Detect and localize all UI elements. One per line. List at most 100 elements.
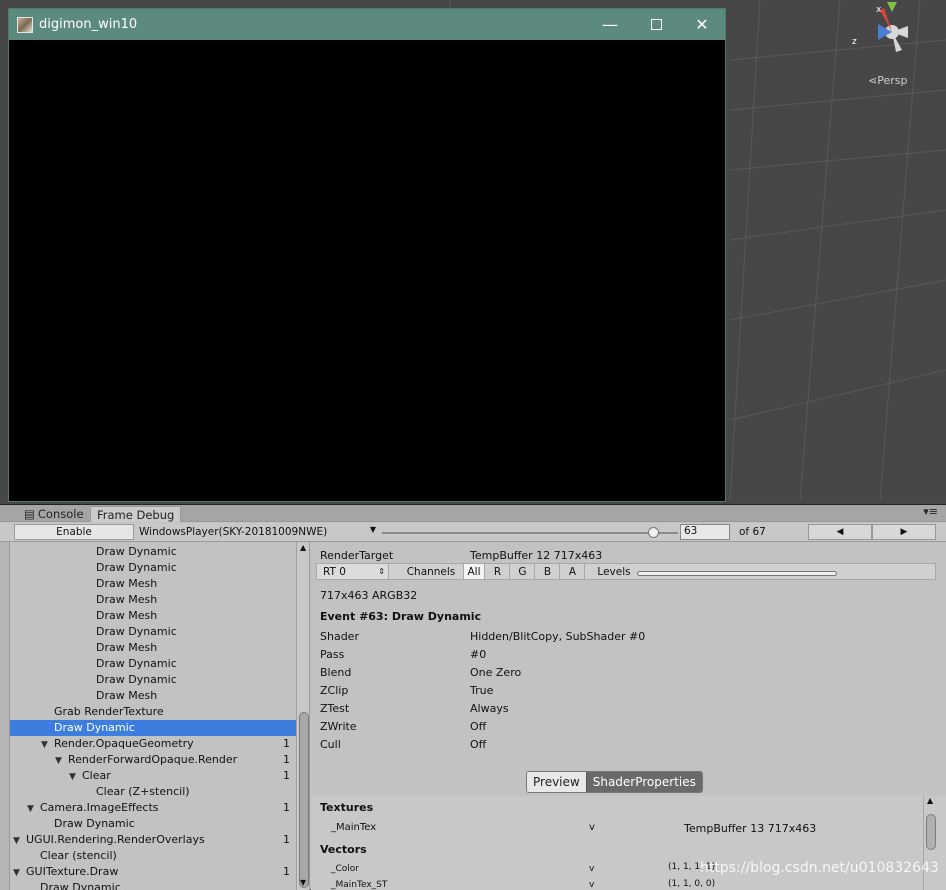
tree-row-label: Camera.ImageEffects xyxy=(40,801,159,814)
rt-select-value: RT 0 xyxy=(323,565,346,578)
panel-menu-icon[interactable]: ▾≡ xyxy=(923,505,938,518)
expand-triangle-icon[interactable]: ▼ xyxy=(27,801,40,817)
channel-b-label: B xyxy=(543,565,552,578)
tree-row[interactable]: ▼ Clear 1 xyxy=(10,768,296,784)
tree-row[interactable]: Draw Mesh xyxy=(10,688,296,704)
minimize-icon: — xyxy=(602,15,618,34)
tree-row[interactable]: Grab RenderTexture xyxy=(10,704,296,720)
game-window[interactable]: digimon_win10 — ✕ xyxy=(8,8,726,502)
app-icon xyxy=(17,16,33,33)
details-view-toggle: Preview ShaderProperties xyxy=(526,771,703,793)
expand-triangle-icon[interactable]: ▼ xyxy=(41,737,54,753)
expand-triangle-icon[interactable]: ▼ xyxy=(69,769,82,785)
persp-icon: ⋖ xyxy=(868,74,878,87)
tree-row-label: Draw Mesh xyxy=(96,577,158,590)
frame-slider-thumb[interactable] xyxy=(648,527,660,538)
event-tree: Draw Dynamic Draw Dynamic Draw Mesh Draw Me… xyxy=(0,542,310,890)
tree-row[interactable]: ▼ RenderForwardOpaque.Render 1 xyxy=(10,752,296,768)
tree-row[interactable]: Draw Dynamic xyxy=(10,560,296,576)
enable-button[interactable]: Enable xyxy=(14,524,134,540)
color-stage: v xyxy=(589,864,595,874)
next-frame-button[interactable]: ▶ xyxy=(872,524,936,540)
tab-console[interactable]: ▤ Console xyxy=(18,506,90,522)
tree-row-count: 1 xyxy=(283,753,290,766)
tree-row[interactable]: ▼ Camera.ImageEffects 1 xyxy=(10,800,296,816)
tree-row-label: Clear xyxy=(82,769,111,782)
frame-slider[interactable] xyxy=(382,527,678,538)
tree-row[interactable]: Draw Mesh xyxy=(10,576,296,592)
channels-label-text: Channels xyxy=(406,565,456,578)
close-button[interactable]: ✕ xyxy=(679,9,725,40)
expand-triangle-icon[interactable]: ▼ xyxy=(13,833,26,849)
tree-row[interactable]: Clear (stencil) xyxy=(10,848,296,864)
tree-row-label: Draw Mesh xyxy=(96,593,158,606)
channel-a-label: A xyxy=(568,565,577,578)
tree-row[interactable]: Draw Dynamic xyxy=(10,656,296,672)
prop-value: #0 xyxy=(470,648,487,661)
tree-row[interactable]: Draw Dynamic xyxy=(10,816,296,832)
tab-frame-debug-label: Frame Debug xyxy=(97,507,175,522)
prev-frame-button[interactable]: ◀ xyxy=(808,524,872,540)
render-target-toolbar: RT 0 ⇕ Channels All R G B A Levels xyxy=(316,563,936,580)
expand-triangle-icon[interactable]: ▼ xyxy=(55,753,68,769)
main-tex-stage: v xyxy=(589,822,595,833)
channel-a-button[interactable]: A xyxy=(561,564,585,579)
tree-row[interactable]: Draw Dynamic xyxy=(10,624,296,640)
panel-tabs: ▤ Console Frame Debug ▾≡ xyxy=(0,505,946,522)
tree-row[interactable]: Draw Dynamic xyxy=(10,720,296,736)
tree-row[interactable]: ▼ Render.OpaqueGeometry 1 xyxy=(10,736,296,752)
player-dropdown[interactable]: WindowsPlayer(SKY-20181009NWE) ▼ xyxy=(134,524,378,540)
rt-select[interactable]: RT 0 ⇕ xyxy=(317,564,389,579)
channel-all-button[interactable]: All xyxy=(463,564,485,579)
console-icon: ▤ xyxy=(24,507,35,521)
props-scroll-up-icon[interactable]: ▲ xyxy=(927,796,933,805)
tree-row-label: UGUI.Rendering.RenderOverlays xyxy=(26,833,205,846)
frame-number-field[interactable]: 63 xyxy=(680,524,730,540)
tree-row[interactable]: Draw Mesh xyxy=(10,592,296,608)
maximize-button[interactable] xyxy=(633,9,679,40)
tree-row-label: Draw Dynamic xyxy=(96,561,177,574)
properties-scroll-thumb[interactable] xyxy=(926,814,936,850)
tree-row[interactable]: Draw Dynamic xyxy=(10,672,296,688)
main-tex-st-value: (1, 1, 0, 0) xyxy=(668,879,716,889)
updown-icon: ⇕ xyxy=(378,567,385,576)
channel-r-label: R xyxy=(493,565,502,578)
prev-icon: ◀ xyxy=(836,527,844,537)
close-icon: ✕ xyxy=(695,15,709,34)
channel-b-button[interactable]: B xyxy=(536,564,560,579)
tree-row[interactable]: ▼ GUITexture.Draw 1 xyxy=(10,864,296,880)
persp-label[interactable]: ⋖Persp xyxy=(868,74,907,87)
tree-row-label: Clear (Z+stencil) xyxy=(96,785,190,798)
prop-value: Always xyxy=(470,702,509,715)
tab-frame-debug[interactable]: Frame Debug xyxy=(90,506,182,522)
orientation-gizmo[interactable]: x z xyxy=(850,0,946,70)
channels-label: Channels xyxy=(399,564,463,579)
scroll-down-icon[interactable]: ▼ xyxy=(300,878,306,887)
game-viewport[interactable] xyxy=(9,40,725,501)
preview-tab[interactable]: Preview xyxy=(527,772,586,792)
watermark-text: https://blog.csdn.net/u010832643 xyxy=(700,860,939,876)
tree-row[interactable]: Draw Mesh xyxy=(10,640,296,656)
window-titlebar[interactable]: digimon_win10 — ✕ xyxy=(9,9,725,40)
channel-g-button[interactable]: G xyxy=(511,564,535,579)
channel-r-button[interactable]: R xyxy=(486,564,510,579)
minimize-button[interactable]: — xyxy=(587,9,633,40)
tree-row[interactable]: Clear (Z+stencil) xyxy=(10,784,296,800)
prop-key: Shader xyxy=(320,630,359,643)
tree-row[interactable]: Draw Mesh xyxy=(10,608,296,624)
prop-key: ZWrite xyxy=(320,720,357,733)
tree-row[interactable]: Draw Dynamic xyxy=(10,544,296,560)
preview-tab-label: Preview xyxy=(533,775,580,789)
shader-properties-tab-label: ShaderProperties xyxy=(592,775,696,789)
prop-key: Cull xyxy=(320,738,341,751)
tree-row-label: Draw Mesh xyxy=(96,609,158,622)
event-details: RenderTarget TempBuffer 12 717x463 RT 0 ⇕… xyxy=(311,542,946,890)
shader-properties-tab[interactable]: ShaderProperties xyxy=(585,772,702,792)
levels-range-slider[interactable] xyxy=(637,571,837,576)
tree-scrollbar[interactable]: ▲ ▼ xyxy=(296,542,309,890)
tree-row-label: Draw Dynamic xyxy=(96,545,177,558)
tree-row[interactable]: ▼ UGUI.Rendering.RenderOverlays 1 xyxy=(10,832,296,848)
expand-triangle-icon[interactable]: ▼ xyxy=(13,865,26,881)
scroll-up-icon[interactable]: ▲ xyxy=(300,543,306,552)
tree-scroll-thumb[interactable] xyxy=(299,712,309,888)
